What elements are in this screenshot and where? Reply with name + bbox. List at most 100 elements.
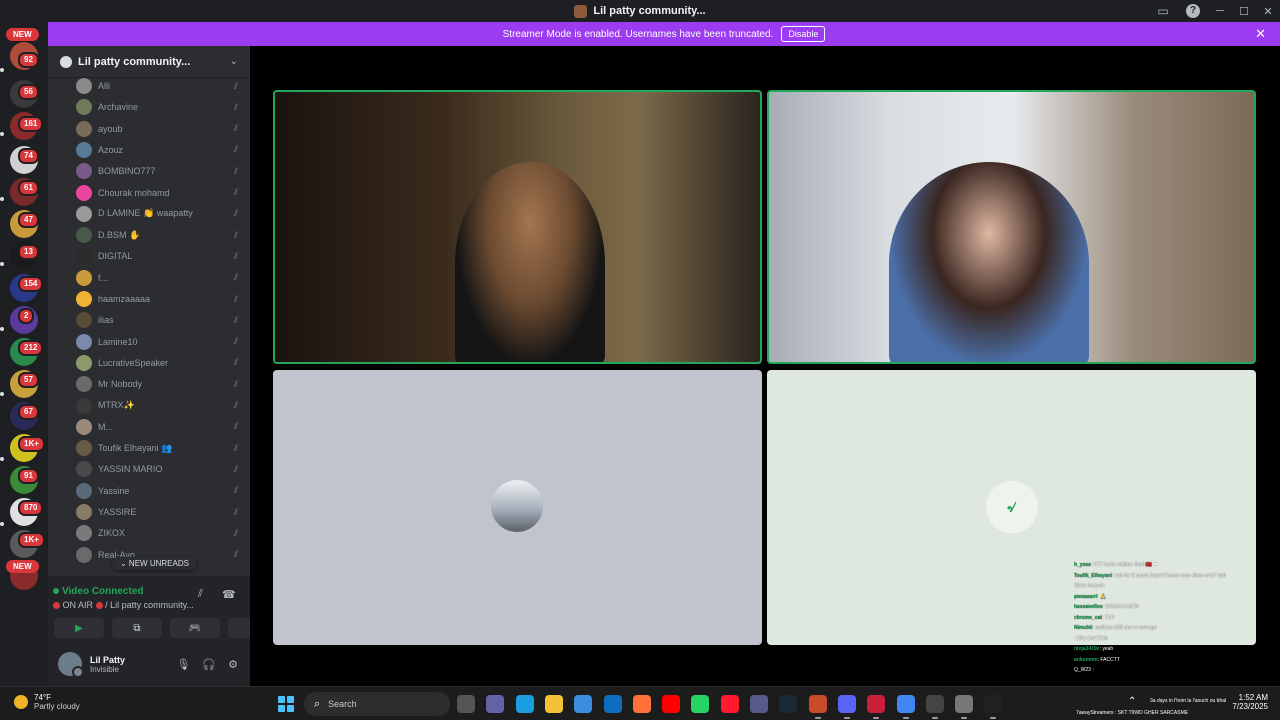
clock[interactable]: 1:52 AM 7/23/2025 <box>1232 693 1268 711</box>
chevron-down-icon[interactable]: ⌄ <box>230 56 238 67</box>
voice-member[interactable]: DIGITAL ⫽ <box>76 246 242 266</box>
deafened-icon: ⫽ <box>233 421 238 432</box>
tray-overflow-icon[interactable]: ⌃ <box>1128 696 1136 707</box>
streamer-mode-banner: Streamer Mode is enabled. Usernames have… <box>48 22 1280 46</box>
settings-icon[interactable] <box>955 695 974 719</box>
voice-member[interactable]: MTRX✨ ⫽ <box>76 396 242 416</box>
voice-member[interactable]: Azouz ⫽ <box>76 140 242 160</box>
start-button[interactable] <box>278 696 294 712</box>
github-icon[interactable] <box>925 695 944 719</box>
new-unreads-button[interactable]: ⌄ NEW UNREADS <box>112 557 197 570</box>
member-name: Azouz <box>98 144 124 155</box>
activities-button[interactable]: 🎮 <box>170 618 220 638</box>
username: Lil Patty <box>90 654 126 665</box>
gear-icon[interactable]: ⚙ <box>228 658 238 671</box>
new-mentions-pill[interactable]: NEW <box>6 560 39 573</box>
teams-icon[interactable] <box>486 695 505 713</box>
camera-button[interactable]: ▶ <box>54 618 104 638</box>
deafened-icon: ⫽ <box>233 293 238 304</box>
voice-member[interactable]: Alli ⫽ <box>76 76 242 96</box>
close-button[interactable]: ✕ <box>1256 5 1280 18</box>
file-explorer-icon[interactable] <box>544 695 563 713</box>
voice-channel-info[interactable]: ON AIR / Lil patty community... <box>53 600 194 610</box>
minimize-button[interactable]: ─ <box>1208 5 1232 17</box>
video-tile-3[interactable] <box>273 370 762 645</box>
voice-member[interactable]: ayoub ⫽ <box>76 119 242 139</box>
outlook-icon[interactable] <box>603 695 622 713</box>
avatar <box>76 205 92 222</box>
voice-member[interactable]: YASSIRE ⫽ <box>76 502 242 522</box>
avatar: ৵ <box>986 481 1038 533</box>
inbox-icon[interactable]: ▭ <box>1156 4 1170 18</box>
microphone-icon[interactable]: 🎙 <box>176 658 190 671</box>
chat-username: ankonmm <box>1074 656 1098 663</box>
noise-suppression-icon[interactable]: ⫽ <box>198 588 203 601</box>
unread-badge: 161 <box>18 116 44 132</box>
screen-share-button[interactable]: ⧉ <box>112 618 162 638</box>
voice-member[interactable]: Mr Nobody ⫽ <box>76 374 242 394</box>
store-icon[interactable] <box>574 695 593 713</box>
disconnect-icon[interactable]: ☎ <box>222 588 236 601</box>
member-name: ilias <box>98 315 114 326</box>
opera-icon[interactable] <box>720 695 739 713</box>
voice-member[interactable]: D.BSM ✋ ⫽ <box>76 225 242 245</box>
voice-member[interactable]: Archavine ⫽ <box>76 97 242 117</box>
headphones-icon[interactable]: 🎧 <box>202 658 216 671</box>
voice-member[interactable]: Chourak mohamd ⫽ <box>76 183 242 203</box>
voice-member[interactable]: ZIKOX ⫽ <box>76 523 242 543</box>
firefox-icon[interactable] <box>632 695 651 713</box>
whatsapp-icon[interactable] <box>691 695 710 713</box>
voice-member-list: Alli ⫽ Archavine ⫽ ayoub ⫽ Azouz ⫽ BOMBINO777 ⫽ Ch… <box>48 76 250 566</box>
app-icon[interactable] <box>867 695 886 719</box>
maximize-button[interactable]: ☐ <box>1232 5 1256 18</box>
voice-member[interactable]: haamzaaaaa ⫽ <box>76 289 242 309</box>
voice-member[interactable]: YASSIN MARIO ⫽ <box>76 459 242 479</box>
voice-member[interactable]: M... ⫽ <box>76 417 242 437</box>
help-icon[interactable]: ? <box>1186 4 1200 18</box>
weather-widget[interactable]: 74°F Partly cloudy <box>14 693 80 711</box>
video-tile-2[interactable] <box>767 90 1256 364</box>
voice-member[interactable]: f... ⫽ <box>76 268 242 288</box>
app-icon[interactable] <box>984 695 1003 719</box>
unread-badge: 154 <box>18 276 44 292</box>
member-name: Mr Nobody <box>98 379 143 390</box>
youtube-icon[interactable] <box>662 695 681 713</box>
disable-streamer-mode-button[interactable]: Disable <box>781 26 826 42</box>
chat-message: : 🙏 <box>1097 593 1107 600</box>
task-view-icon[interactable] <box>457 695 475 713</box>
voice-member[interactable]: LucrativeSpeaker ⫽ <box>76 353 242 373</box>
member-name: Lamine10 <box>98 336 138 347</box>
chat-message: : FACCTT <box>1097 656 1120 663</box>
discord-icon[interactable] <box>837 695 856 719</box>
steam-icon[interactable] <box>779 695 798 713</box>
unread-badge: 57 <box>18 372 39 388</box>
voice-member[interactable]: ilias ⫽ <box>76 310 242 330</box>
unread-badge: 1K+ <box>18 436 45 452</box>
voice-member[interactable]: Lamine10 ⫽ <box>76 332 242 352</box>
voice-member[interactable]: D LAMINE 👏 waapatty ⫽ <box>76 204 242 224</box>
chrome-icon[interactable] <box>896 695 915 719</box>
member-name: f... <box>98 272 109 283</box>
banner-close-icon[interactable]: ✕ <box>1255 26 1266 42</box>
member-name: LucrativeSpeaker <box>98 357 169 368</box>
chat-username: chrome_cat <box>1074 614 1103 621</box>
discord-app: Lil patty community... ▭ ? ─ ☐ ✕ 92 56 161… <box>0 0 1280 720</box>
video-tile-1[interactable] <box>273 90 762 364</box>
new-mentions-pill[interactable]: NEW <box>6 28 39 41</box>
obs-icon[interactable] <box>750 695 768 713</box>
voice-member[interactable]: Toufik Elhayani 👥 ⫽ <box>76 438 242 458</box>
member-name: Alli <box>98 81 111 91</box>
voice-member[interactable]: Yassine ⫽ <box>76 481 242 501</box>
member-name: YASSIRE <box>98 507 137 517</box>
user-names[interactable]: Lil Patty Invisible <box>90 655 176 674</box>
voice-member[interactable]: BOMBINO777 ⫽ <box>76 161 242 181</box>
avatar <box>76 248 92 265</box>
avatar <box>76 418 92 435</box>
avatar[interactable] <box>58 652 84 678</box>
game-icon[interactable] <box>808 695 827 719</box>
taskbar-search[interactable]: ⌕ Search <box>304 692 450 716</box>
edge-icon[interactable] <box>515 695 534 713</box>
guild-header[interactable]: Lil patty community... ⌄ <box>48 46 250 78</box>
deafened-icon: ⫽ <box>233 527 238 538</box>
chat-username: pwaaaarrl <box>1074 593 1098 600</box>
